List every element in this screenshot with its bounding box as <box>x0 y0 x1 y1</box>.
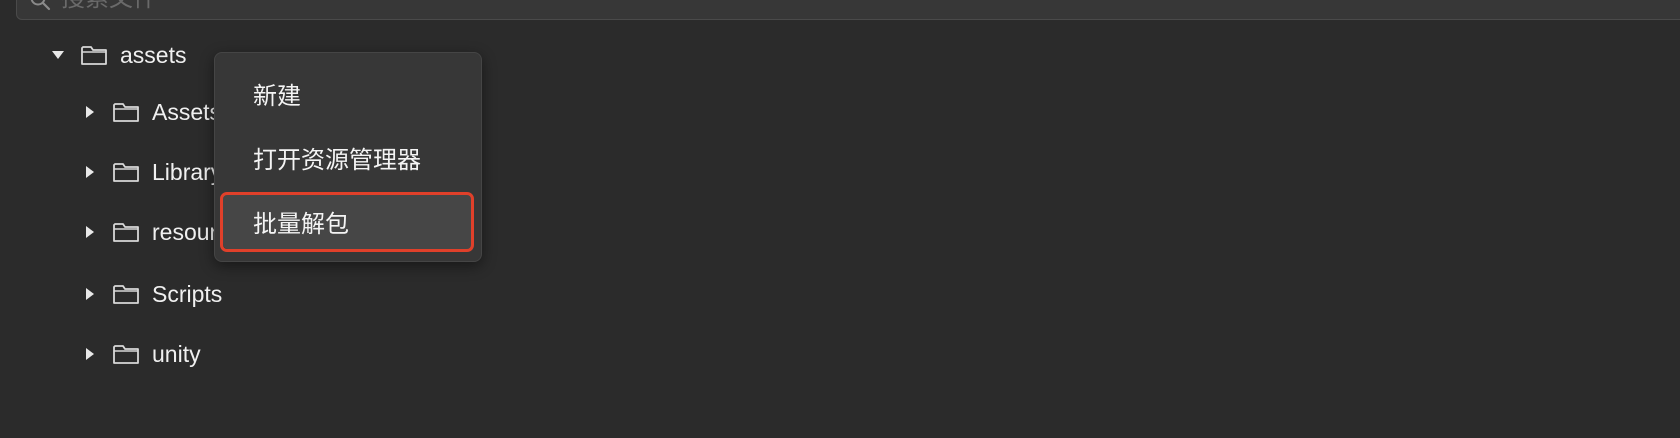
menu-item-batch-unpack[interactable]: 批量解包 <box>223 193 473 249</box>
file-explorer-panel: 搜索文件 assets Assets Library <box>0 0 1680 438</box>
tree-item-Scripts[interactable]: Scripts <box>82 274 222 314</box>
folder-icon <box>113 285 139 304</box>
menu-item-label: 新建 <box>253 82 301 110</box>
caret-right-icon[interactable] <box>82 104 98 120</box>
tree-item-Library[interactable]: Library <box>82 152 222 192</box>
search-icon <box>30 0 51 11</box>
menu-item-open-explorer[interactable]: 打开资源管理器 <box>215 129 481 185</box>
menu-item-label: 批量解包 <box>253 210 349 238</box>
folder-icon <box>113 345 139 364</box>
tree-item-Assets[interactable]: Assets <box>82 92 221 132</box>
menu-item-new[interactable]: 新建 <box>215 65 481 121</box>
tree-item-assets[interactable]: assets <box>50 35 186 75</box>
caret-down-icon[interactable] <box>50 47 66 63</box>
folder-icon <box>113 163 139 182</box>
tree-item-label: assets <box>120 42 187 68</box>
caret-right-icon[interactable] <box>82 346 98 362</box>
caret-right-icon[interactable] <box>82 164 98 180</box>
caret-right-icon[interactable] <box>82 224 98 240</box>
tree-item-label: Scripts <box>152 281 223 307</box>
tree-item-label: unity <box>152 341 201 367</box>
context-menu: 新建 打开资源管理器 批量解包 <box>214 52 482 262</box>
menu-item-label: 打开资源管理器 <box>253 146 421 174</box>
folder-icon <box>113 103 139 122</box>
tree-item-label: Library <box>152 159 223 185</box>
folder-icon <box>113 223 139 242</box>
tree-item-unity[interactable]: unity <box>82 334 201 374</box>
folder-icon <box>81 46 107 65</box>
search-bar[interactable]: 搜索文件 <box>16 0 1680 20</box>
search-placeholder: 搜索文件 <box>61 0 157 11</box>
tree-item-label: Assets <box>152 99 222 125</box>
caret-right-icon[interactable] <box>82 286 98 302</box>
